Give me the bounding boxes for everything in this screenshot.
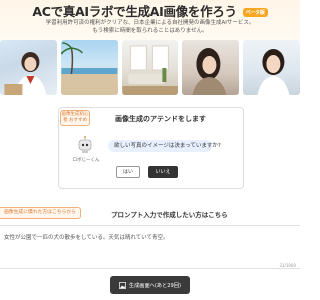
subtitle-line-1: 学習利用許可済の権利がクリアな、日本企業による自社開発の画像生成AIサービス。 <box>45 20 255 26</box>
prompt-section-title: プロンプト入力で作成したい方はこちら <box>111 211 228 219</box>
image-icon <box>119 281 126 289</box>
smiling-woman-photo <box>243 40 300 95</box>
character-counter: 31/1000 <box>279 263 296 268</box>
robot-mascot-icon <box>78 136 92 153</box>
generate-button-label: 生成画面へ(あと29回) <box>128 282 182 289</box>
generate-button[interactable]: 生成画面へ(あと29回) <box>110 276 190 294</box>
page-title-text: ACで真AIラボで生成AI画像を作ろう <box>32 4 237 19</box>
mascot-name: ロボじーくん <box>72 158 100 163</box>
attend-card-title: 画像生成のアテンドをします <box>115 115 206 123</box>
beginner-recommend-label: 画像生成初心者 おすすめ <box>60 110 90 126</box>
beach-landscape-photo <box>60 40 118 95</box>
woman-portrait-photo <box>182 40 240 95</box>
student-girl-photo <box>0 40 57 95</box>
interior-room-photo <box>121 40 179 95</box>
beta-badge: ベータ版 <box>242 8 268 17</box>
no-button[interactable]: いいえ <box>148 166 178 178</box>
subtitle-line-2: もう検索に時間を取られることはありません。 <box>92 28 208 34</box>
prompt-textarea[interactable]: 女性が公園で一匹の犬の散歩をしている。天気は晴れていて青空。 <box>0 225 300 269</box>
yes-button[interactable]: はい <box>116 166 140 178</box>
experienced-user-tag: 画像生成に慣れた方はこちらから <box>0 207 81 219</box>
assistant-question-bubble: 欲しい写真のイメージは決まっていますか? <box>108 140 221 152</box>
sample-photo-strip <box>0 40 300 95</box>
